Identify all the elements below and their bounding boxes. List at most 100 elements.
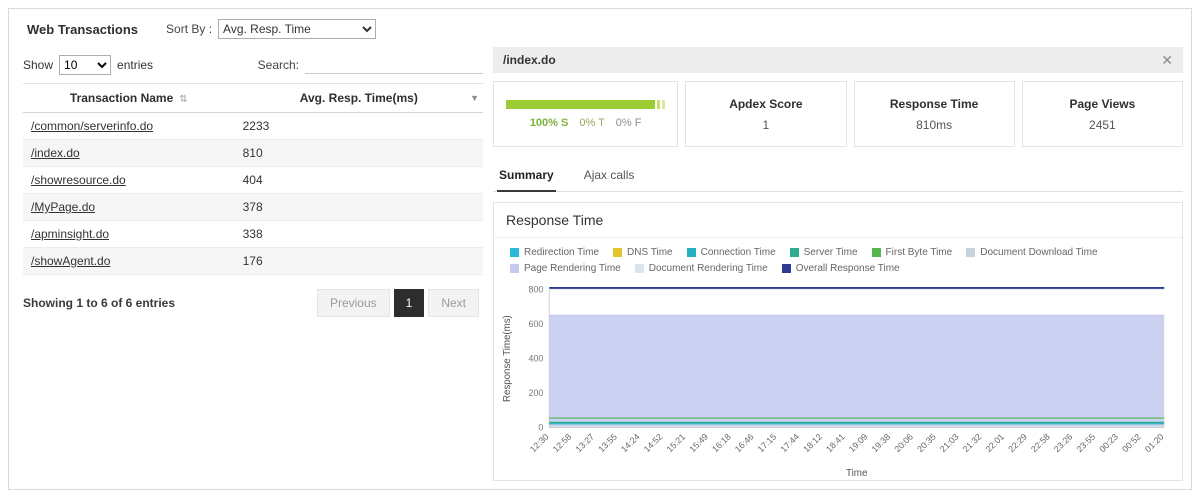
svg-text:14:24: 14:24 [619, 432, 642, 455]
legend-label: Connection Time [700, 247, 776, 258]
svg-text:0: 0 [538, 423, 543, 433]
svg-text:16:18: 16:18 [710, 432, 733, 455]
transaction-link[interactable]: /apminsight.do [31, 227, 109, 241]
tab-summary[interactable]: Summary [497, 161, 556, 192]
svg-text:21:32: 21:32 [961, 432, 984, 455]
transactions-panel: Show 10 entries Search: Transaction Name… [9, 47, 483, 489]
legend-label: Document Download Time [980, 247, 1098, 258]
legend-item[interactable]: First Byte Time [871, 247, 952, 258]
card-value: 810ms [916, 117, 953, 132]
svg-text:21:03: 21:03 [938, 432, 961, 455]
tab-ajax-calls[interactable]: Ajax calls [582, 161, 637, 191]
svg-text:800: 800 [529, 285, 544, 295]
card-value: 2451 [1089, 117, 1116, 132]
legend-swatch-icon [686, 248, 696, 257]
legend-item[interactable]: Server Time [789, 247, 858, 258]
table-row: /index.do 810 [23, 139, 483, 167]
table-row: /MyPage.do 378 [23, 193, 483, 221]
legend-item[interactable]: Overall Response Time [781, 263, 900, 274]
svg-text:Time: Time [846, 468, 867, 479]
apdex-frustrated-bar [662, 99, 666, 109]
svg-text:23:55: 23:55 [1074, 432, 1097, 455]
apdex-frustrated-label: 0% F [615, 116, 642, 129]
response-time-card: Response Time 810ms [853, 81, 1015, 147]
legend-swatch-icon [871, 248, 881, 257]
card-title: Response Time [889, 96, 979, 111]
legend-item[interactable]: Document Rendering Time [634, 263, 768, 274]
card-value: 1 [762, 117, 770, 132]
svg-text:12:30: 12:30 [528, 432, 551, 455]
svg-text:01:20: 01:20 [1143, 432, 1166, 455]
legend-item[interactable]: Redirection Time [510, 247, 599, 258]
legend-item[interactable]: Document Download Time [966, 247, 1098, 258]
legend-item[interactable]: Connection Time [686, 247, 776, 258]
card-title: Page Views [1069, 96, 1136, 111]
transaction-link[interactable]: /MyPage.do [31, 200, 95, 214]
card-title: Apdex Score [729, 96, 803, 111]
apdex-score-card: Apdex Score 1 [685, 81, 847, 147]
legend-label: DNS Time [627, 247, 673, 258]
svg-text:22:01: 22:01 [983, 432, 1006, 455]
current-page-button[interactable]: 1 [393, 289, 425, 317]
show-label: Show [23, 58, 54, 72]
sort-by-label: Sort By : [166, 22, 213, 36]
filter-icon[interactable]: ▼ [470, 93, 479, 103]
transaction-value: 2233 [234, 112, 483, 140]
legend-label: Server Time [803, 247, 858, 258]
page-views-card: Page Views 2451 [1021, 81, 1183, 147]
transaction-link[interactable]: /showAgent.do [31, 254, 110, 268]
svg-text:15:49: 15:49 [687, 432, 710, 455]
transaction-link[interactable]: /index.do [31, 146, 80, 160]
transactions-table: Transaction Name ⇅ Avg. Resp. Time(ms) ▼ /… [23, 83, 483, 275]
transaction-link[interactable]: /common/serverinfo.do [31, 119, 153, 133]
previous-page-button[interactable]: Previous [316, 289, 390, 317]
apdex-bar [506, 99, 666, 109]
transaction-value: 404 [234, 166, 483, 194]
svg-text:15:21: 15:21 [665, 432, 688, 455]
pagination: Previous 1 Next [316, 289, 479, 317]
svg-text:20:06: 20:06 [892, 432, 915, 455]
apdex-satisfied-label: 100% S [529, 116, 569, 129]
response-time-chart: 0 200 400 600 800 12:30 12:58 13:27 13:55 14:24 14… [502, 285, 1166, 479]
transaction-value: 176 [234, 247, 483, 275]
column-header-avg-resp-time[interactable]: Avg. Resp. Time(ms) ▼ [234, 83, 483, 113]
transaction-detail-panel: /index.do ✕ 100% S 0% T 0% F Apdex Score… [483, 47, 1191, 489]
page-title: Web Transactions [27, 21, 139, 37]
apdex-distribution-card: 100% S 0% T 0% F [493, 81, 679, 147]
chart-legend: Redirection Time DNS Time Connection Time S… [494, 238, 1182, 276]
svg-text:16:46: 16:46 [733, 432, 756, 455]
legend-swatch-icon [789, 248, 799, 257]
table-controls: Show 10 entries Search: [23, 51, 483, 83]
transaction-value: 338 [234, 220, 483, 248]
legend-swatch-icon [510, 248, 519, 257]
svg-text:00:52: 00:52 [1120, 432, 1143, 455]
legend-item[interactable]: Page Rendering Time [510, 263, 621, 274]
transactions-tbody: /common/serverinfo.do 2233 /index.do 810… [23, 112, 483, 275]
stat-cards: 100% S 0% T 0% F Apdex Score 1 Response … [493, 81, 1183, 147]
transaction-link[interactable]: /showresource.do [31, 173, 126, 187]
apdex-satisfied-bar [506, 99, 656, 109]
page-length-select[interactable]: 10 [59, 55, 112, 75]
table-row: /common/serverinfo.do 2233 [23, 112, 483, 140]
svg-text:19:38: 19:38 [870, 432, 893, 455]
entries-info: Showing 1 to 6 of 6 entries [23, 296, 176, 310]
legend-swatch-icon [613, 248, 623, 257]
detail-header: /index.do ✕ [493, 47, 1183, 73]
top-bar: Web Transactions Sort By : Avg. Resp. Ti… [9, 9, 1191, 47]
legend-item[interactable]: DNS Time [613, 247, 673, 258]
svg-text:13:27: 13:27 [573, 432, 596, 455]
svg-text:23:26: 23:26 [1052, 432, 1075, 455]
svg-text:12:58: 12:58 [551, 432, 574, 455]
column-header-transaction-name[interactable]: Transaction Name ⇅ [23, 83, 235, 113]
close-icon[interactable]: ✕ [1161, 53, 1173, 67]
legend-swatch-icon [634, 264, 644, 273]
search-input[interactable] [305, 56, 483, 74]
table-row: /apminsight.do 338 [23, 220, 483, 248]
sort-by-select[interactable]: Avg. Resp. Time [218, 19, 377, 39]
svg-text:22:29: 22:29 [1006, 432, 1029, 455]
apdex-labels: 100% S 0% T 0% F [530, 117, 642, 129]
detail-tabs: Summary Ajax calls [493, 161, 1183, 192]
next-page-button[interactable]: Next [428, 289, 479, 317]
transaction-value: 810 [234, 139, 483, 167]
svg-text:18:12: 18:12 [801, 432, 824, 455]
